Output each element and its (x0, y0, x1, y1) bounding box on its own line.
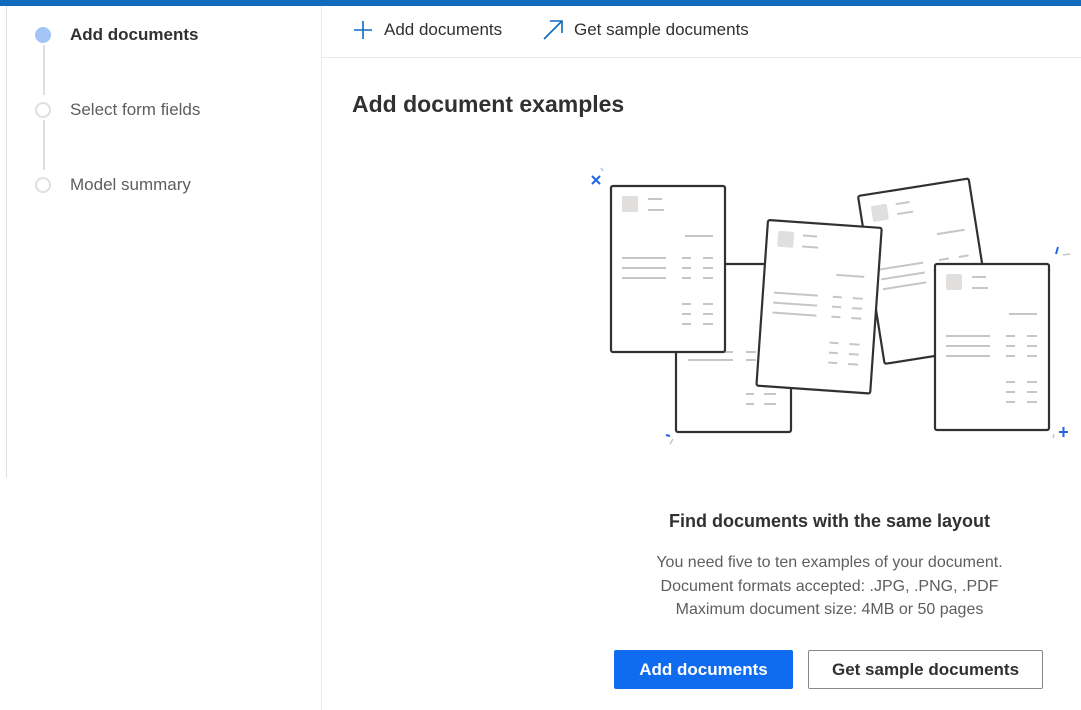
step-label: Model summary (70, 175, 191, 194)
arrow-up-right-icon (543, 20, 563, 40)
document-illustration (933, 262, 1051, 432)
step-connector (43, 120, 45, 170)
step-connector (43, 45, 45, 95)
document-illustration (609, 184, 727, 354)
stacked-documents-illustration (591, 167, 1071, 445)
add-documents-button[interactable]: Add documents (614, 650, 793, 689)
empty-state-title: Find documents with the same layout (668, 511, 991, 531)
command-bar: Add documents Get sample documents (322, 6, 1081, 58)
get-sample-documents-button[interactable]: Get sample documents (808, 650, 1043, 689)
add-documents-command[interactable]: Add documents (352, 19, 502, 41)
document-illustration (755, 219, 883, 395)
description-line: You need five to ten examples of your do… (656, 554, 1003, 571)
step-indicator (35, 102, 51, 118)
step-indicator (35, 177, 51, 193)
sparkle-icon (591, 175, 601, 185)
step-label: Add documents (70, 25, 199, 44)
page-title: Add document examples (352, 91, 625, 117)
empty-state-description: You need five to ten examples of your do… (602, 551, 1057, 622)
step-label: Select form fields (70, 100, 201, 119)
wizard-stepper: Add documents Select form fields Model s… (6, 6, 322, 710)
step-indicator-active (35, 27, 51, 43)
get-sample-documents-command[interactable]: Get sample documents (542, 19, 749, 41)
main-content: Add documents Get sample documents Add d… (322, 6, 1081, 710)
description-line: Maximum document size: 4MB or 50 pages (675, 601, 984, 618)
plus-icon (354, 21, 372, 39)
add-documents-command-label: Add documents (384, 20, 503, 39)
get-sample-documents-command-label: Get sample documents (574, 20, 749, 39)
description-line: Document formats accepted: .JPG, .PNG, .… (660, 577, 999, 595)
